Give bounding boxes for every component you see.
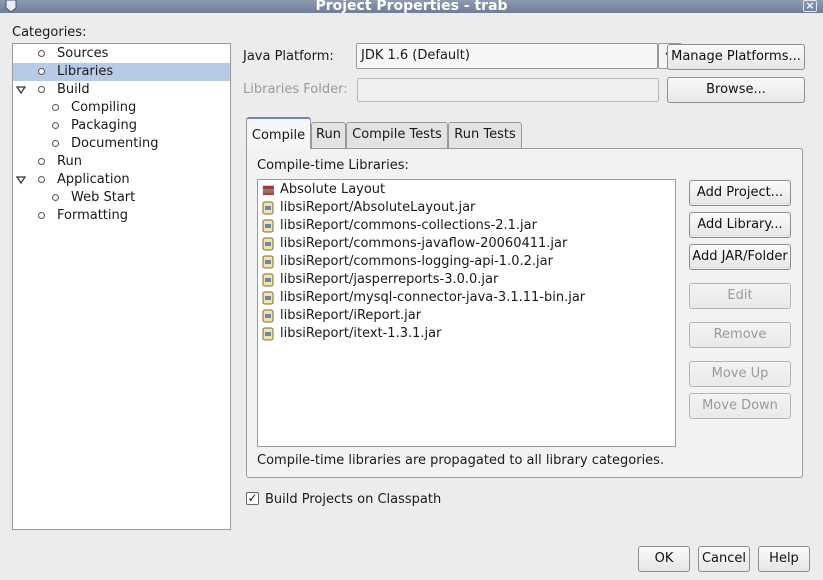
node-icon	[52, 122, 59, 129]
expand-triangle-icon[interactable]	[16, 175, 26, 185]
categories-tree[interactable]: Sources Libraries Build Compiling Packag…	[12, 43, 231, 530]
cancel-button[interactable]: Cancel	[698, 546, 750, 572]
jar-icon	[262, 291, 274, 305]
categories-label: Categories:	[12, 25, 87, 40]
tree-item-application[interactable]: Application	[13, 171, 230, 189]
jar-icon	[262, 309, 274, 323]
node-icon	[52, 104, 59, 111]
remove-button[interactable]: Remove	[689, 322, 791, 348]
tree-item-sources[interactable]: Sources	[13, 45, 230, 63]
move-up-button[interactable]: Move Up	[689, 361, 791, 387]
java-platform-label: Java Platform:	[243, 49, 334, 64]
tab-compile-tests[interactable]: Compile Tests	[346, 122, 448, 148]
node-icon	[38, 176, 45, 183]
node-icon	[52, 140, 59, 147]
library-icon	[262, 185, 274, 196]
browse-button[interactable]: Browse...	[667, 77, 805, 103]
node-icon	[38, 158, 45, 165]
move-down-button[interactable]: Move Down	[689, 393, 791, 419]
compile-libraries-label: Compile-time Libraries:	[257, 158, 409, 173]
add-jar-folder-button[interactable]: Add JAR/Folder	[689, 244, 791, 270]
close-icon[interactable]: ×	[803, 0, 817, 12]
jar-icon	[262, 219, 274, 233]
build-classpath-label: Build Projects on Classpath	[265, 492, 442, 507]
tree-item-libraries[interactable]: Libraries	[13, 63, 230, 81]
compile-libraries-list[interactable]: Absolute Layout libsiReport/AbsoluteLayo…	[257, 179, 676, 447]
window-title: Project Properties - trab	[315, 0, 508, 13]
node-icon	[38, 68, 45, 75]
help-button[interactable]: Help	[758, 546, 810, 572]
tree-item-documenting[interactable]: Documenting	[13, 135, 230, 153]
tree-item-packaging[interactable]: Packaging	[13, 117, 230, 135]
app-icon	[5, 0, 17, 12]
tab-run-tests[interactable]: Run Tests	[448, 122, 522, 148]
tab-run[interactable]: Run	[311, 122, 346, 148]
ok-button[interactable]: OK	[638, 546, 690, 572]
edit-button[interactable]: Edit	[689, 283, 791, 309]
tab-compile[interactable]: Compile	[246, 117, 311, 149]
tree-item-formatting[interactable]: Formatting	[13, 207, 230, 225]
libraries-folder-label: Libraries Folder:	[243, 82, 348, 97]
expand-triangle-icon[interactable]	[16, 85, 26, 95]
libraries-folder-input[interactable]	[357, 78, 659, 102]
tree-item-run[interactable]: Run	[13, 153, 230, 171]
java-platform-select[interactable]: JDK 1.6 (Default)	[356, 43, 682, 69]
node-icon	[38, 50, 45, 57]
add-project-button[interactable]: Add Project...	[689, 180, 791, 206]
jar-icon	[262, 201, 274, 215]
jar-icon	[262, 273, 274, 287]
tree-item-build[interactable]: Build	[13, 81, 230, 99]
manage-platforms-button[interactable]: Manage Platforms...	[667, 44, 805, 70]
jar-icon	[262, 255, 274, 269]
tree-item-web-start[interactable]: Web Start	[13, 189, 230, 207]
title-bar: Project Properties - trab ×	[0, 0, 823, 13]
jar-icon	[262, 237, 274, 251]
node-icon	[52, 194, 59, 201]
jar-icon	[262, 327, 274, 341]
node-icon	[38, 212, 45, 219]
build-classpath-checkbox[interactable]: ✓	[246, 492, 259, 505]
add-library-button[interactable]: Add Library...	[689, 212, 791, 238]
propagation-note: Compile-time libraries are propagated to…	[257, 453, 665, 468]
java-platform-value: JDK 1.6 (Default)	[361, 48, 470, 63]
node-icon	[38, 86, 45, 93]
tree-item-compiling[interactable]: Compiling	[13, 99, 230, 117]
